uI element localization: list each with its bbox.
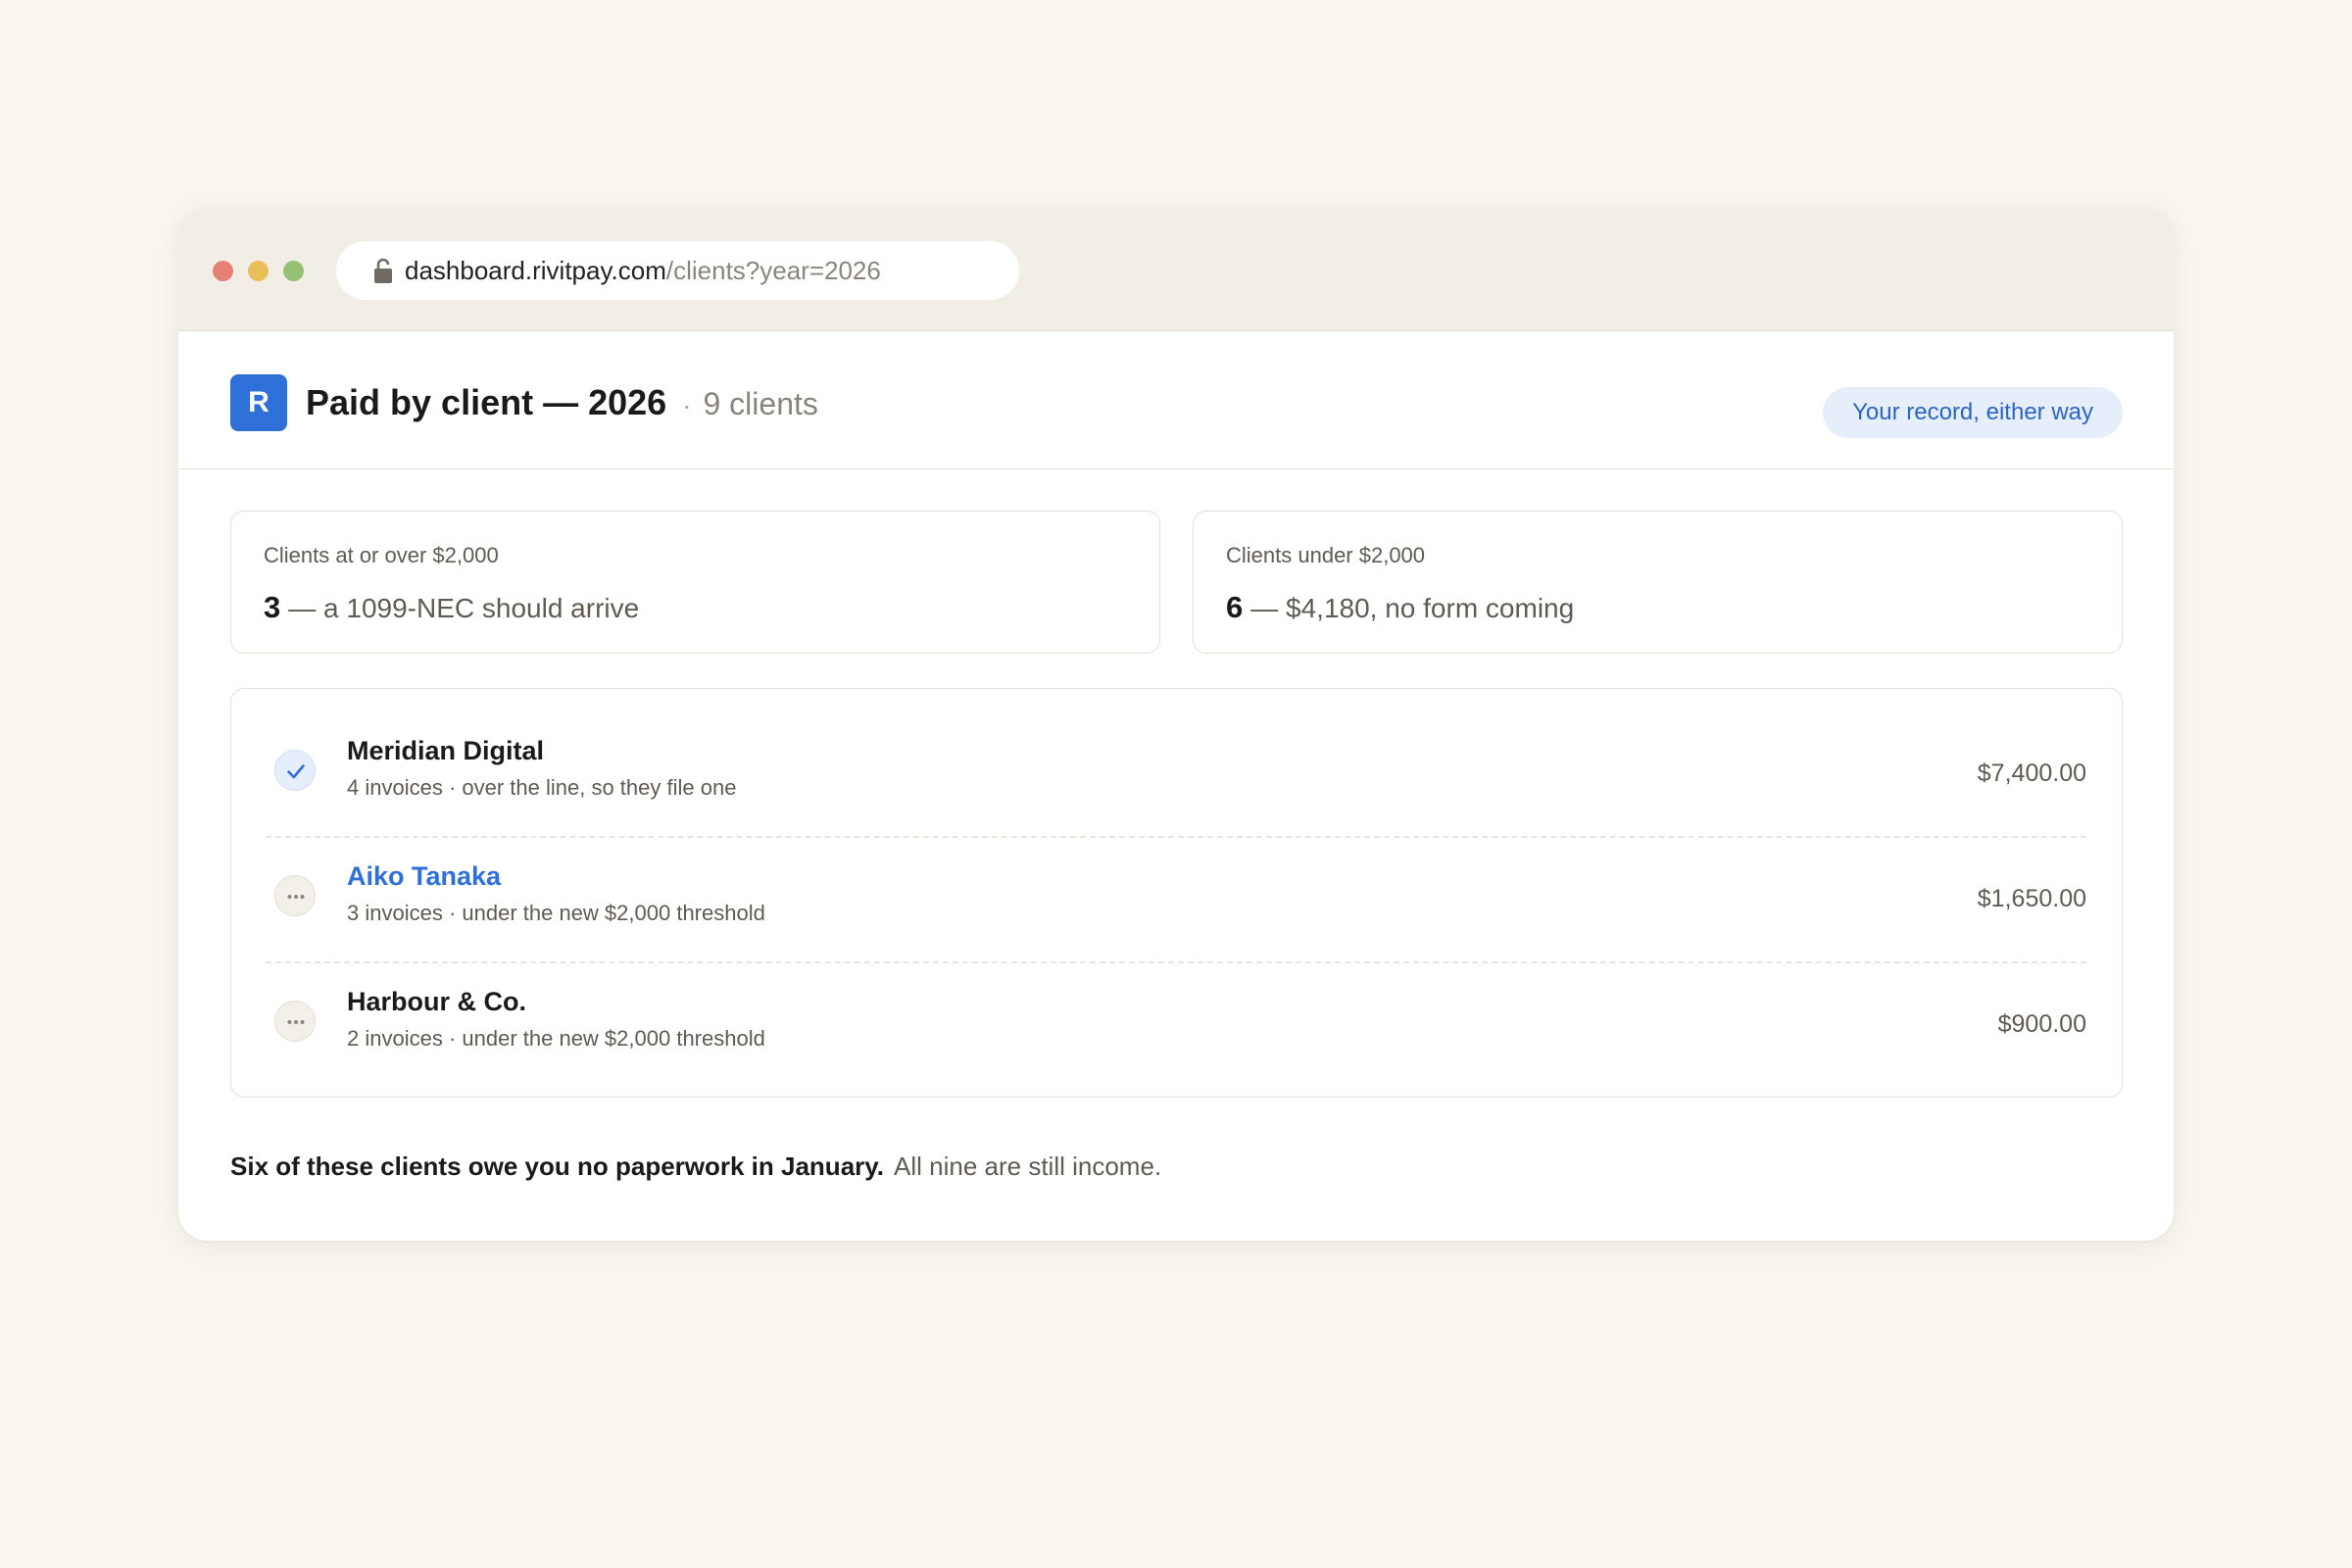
check-icon [274,750,316,791]
client-amount: $900.00 [1997,1010,2086,1038]
stat-description: — a 1099-NEC should arrive [288,593,640,623]
footer-rest: All nine are still income. [894,1152,1162,1181]
stat-line: 6— $4,180, no form coming [1226,590,1574,625]
stat-label: Clients under $2,000 [1226,543,1426,567]
title-separator: · [682,390,692,420]
url-host: dashboard.rivitpay.com [405,256,666,285]
client-subtitle: 2 invoices · under the new $2,000 thresh… [347,1026,765,1051]
url-text: dashboard.rivitpay.com/clients?year=2026 [405,241,881,300]
client-subtitle: 3 invoices · under the new $2,000 thresh… [347,901,765,925]
client-name: Meridian Digital [347,736,545,765]
browser-titlebar: dashboard.rivitpay.com/clients?year=2026 [178,207,2174,331]
minimize-window-button[interactable] [248,261,269,281]
browser-window: dashboard.rivitpay.com/clients?year=2026… [178,207,2174,1241]
client-list: Meridian Digital 4 invoices · over the l… [230,688,2123,1098]
lock-icon [371,257,395,284]
zoom-window-button[interactable] [283,261,304,281]
ellipsis-icon [274,1001,316,1042]
footer-strong: Six of these clients owe you no paperwor… [230,1152,885,1181]
ellipsis-icon [274,875,316,916]
page-header: R Paid by client — 2026 · 9 clients Your r… [178,331,2174,469]
footer-note: Six of these clients owe you no paperwor… [230,1152,1161,1182]
client-amount: $1,650.00 [1977,885,2086,912]
stat-card-over-threshold: Clients at or over $2,000 3— a 1099-NEC … [230,511,1160,654]
client-row-aiko-tanaka[interactable]: Aiko Tanaka 3 invoices · under the new $… [231,836,2121,961]
client-subtitle: 4 invoices · over the line, so they file… [347,775,737,800]
client-row-meridian-digital[interactable]: Meridian Digital 4 invoices · over the l… [231,710,2121,836]
stat-card-under-threshold: Clients under $2,000 6— $4,180, no form … [1193,511,2123,654]
client-name-link[interactable]: Aiko Tanaka [347,861,501,892]
page-title: Paid by client — 2026 [306,382,667,422]
stat-number: 6 [1226,590,1244,624]
stat-number: 3 [264,590,281,624]
client-amount: $7,400.00 [1977,760,2086,787]
stat-label: Clients at or over $2,000 [264,543,499,567]
client-name: Harbour & Co. [347,987,527,1016]
app-logo[interactable]: R [230,374,287,431]
url-path: /clients?year=2026 [665,256,881,285]
record-badge: Your record, either way [1823,387,2123,438]
title-row: Paid by client — 2026 · 9 clients [306,374,818,431]
client-row-harbour-co[interactable]: Harbour & Co. 2 invoices · under the new… [231,961,2121,1087]
stat-line: 3— a 1099-NEC should arrive [264,590,639,625]
close-window-button[interactable] [213,261,233,281]
stat-description: — $4,180, no form coming [1250,593,1575,623]
client-count: 9 clients [703,386,818,421]
address-bar[interactable]: dashboard.rivitpay.com/clients?year=2026 [336,241,1019,300]
